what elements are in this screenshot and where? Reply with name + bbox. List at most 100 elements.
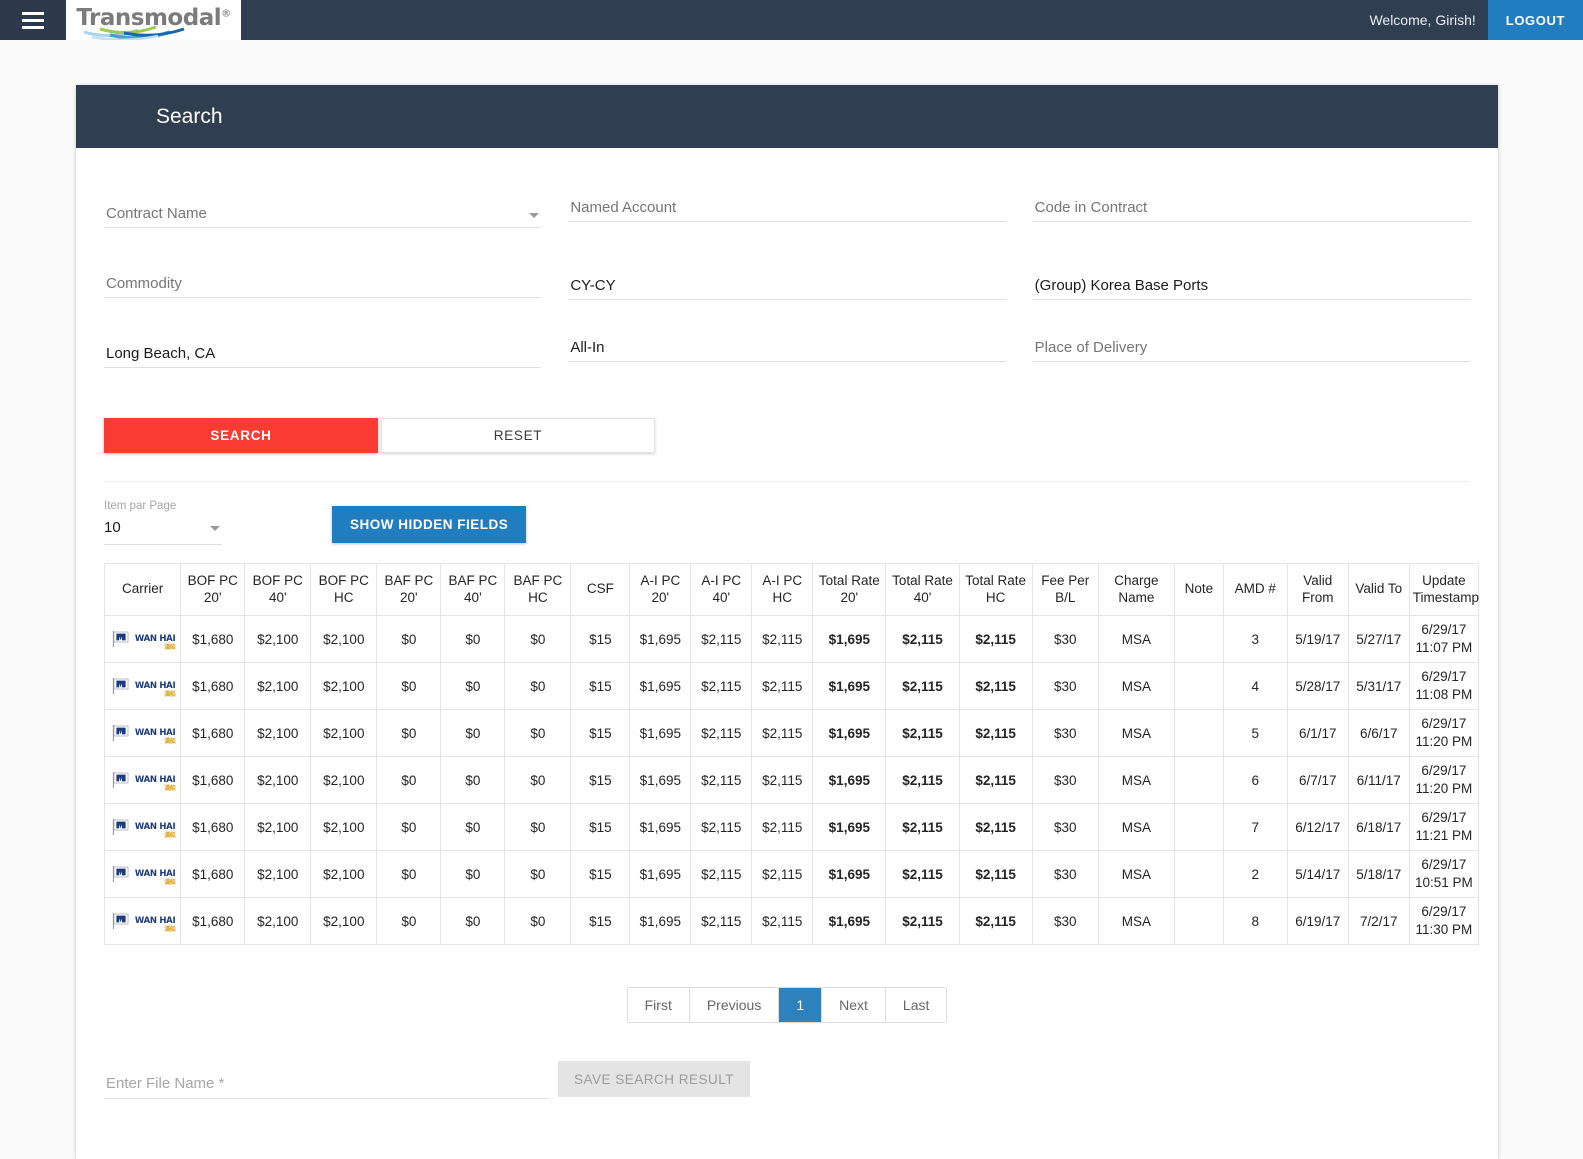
col-baf-pc-hc[interactable]: BAF PC HC [504, 563, 572, 616]
col-fee-per-bl[interactable]: Fee Per B/L [1031, 563, 1099, 616]
field-contract-name[interactable] [104, 176, 542, 246]
search-button[interactable]: SEARCH [104, 418, 378, 453]
col-valid-from[interactable]: Valid From [1286, 563, 1349, 616]
port-of-discharge-input[interactable] [104, 344, 542, 367]
place-of-delivery-input[interactable] [1032, 338, 1470, 361]
carrier-logo: WAN HAI 漢船 [109, 900, 176, 942]
col-total-rate-20[interactable]: Total Rate 20' [812, 563, 887, 616]
save-search-result-button[interactable]: SAVE SEARCH RESULT [558, 1061, 751, 1097]
col-ai-pc-hc[interactable]: A-I PC HC [751, 563, 814, 616]
pagination-next[interactable]: Next [822, 988, 886, 1022]
field-code-in-contract[interactable] [1032, 176, 1470, 246]
col-ai-pc-20[interactable]: A-I PC 20' [629, 563, 692, 616]
field-place-of-delivery[interactable] [1032, 316, 1470, 386]
field-named-account[interactable] [568, 176, 1006, 246]
table-row[interactable]: WAN HAI 漢船 $1,680 $2,100 $2,100 $0 $0 $0 $15 $1,6… [103, 850, 1480, 898]
cell-carrier: WAN HAI 漢船 [103, 709, 182, 757]
pagination-page-1[interactable]: 1 [779, 988, 823, 1022]
cell-charge-name: MSA [1097, 709, 1175, 757]
pagination-first[interactable]: First [627, 988, 690, 1022]
file-name-field[interactable] [104, 1074, 549, 1099]
cell-baf-pc-40: $0 [440, 756, 506, 804]
table-row[interactable]: WAN HAI 漢船 $1,680 $2,100 $2,100 $0 $0 $0 $15 $1,6… [103, 615, 1480, 663]
cell-bof-pc-40: $2,100 [244, 803, 312, 851]
col-total-rate-hc[interactable]: Total Rate HC [958, 563, 1033, 616]
named-account-input[interactable] [568, 198, 1006, 221]
brand-logo-text: Transmodal® [76, 6, 231, 30]
contract-name-input[interactable] [104, 204, 542, 227]
cell-csf: $15 [570, 850, 631, 898]
col-ai-pc-40[interactable]: A-I PC 40' [690, 563, 753, 616]
col-bof-pc-40[interactable]: BOF PC 40' [244, 563, 312, 616]
pagination-last[interactable]: Last [885, 988, 947, 1022]
results-toolbar: Item par Page 10 SHOW HIDDEN FIELDS [104, 500, 1470, 551]
cell-charge-name: MSA [1097, 615, 1175, 663]
pagination-previous[interactable]: Previous [689, 988, 780, 1022]
col-baf-pc-20[interactable]: BAF PC 20' [376, 563, 442, 616]
cell-bof-pc-40: $2,100 [244, 756, 312, 804]
field-commodity[interactable] [104, 246, 542, 316]
cell-ai-pc-20: $1,695 [629, 803, 692, 851]
cell-bof-pc-40: $2,100 [244, 850, 312, 898]
results-table: Carrier BOF PC 20' BOF PC 40' BOF PC HC … [103, 563, 1480, 945]
cell-baf-pc-40: $0 [440, 897, 506, 945]
carrier-name-text: WAN HAI 漢船 [134, 915, 176, 933]
brand-logo[interactable]: Transmodal® [66, 0, 241, 40]
cell-bof-pc-20: $1,680 [180, 662, 246, 710]
col-note[interactable]: Note [1173, 563, 1224, 616]
col-charge-name[interactable]: Charge Name [1097, 563, 1175, 616]
cell-total-40: $2,115 [885, 709, 960, 757]
show-hidden-fields-button[interactable]: SHOW HIDDEN FIELDS [332, 506, 527, 543]
cell-bof-pc-40: $2,100 [244, 709, 312, 757]
col-csf[interactable]: CSF [570, 563, 631, 616]
pagination-wrap: First Previous 1 Next Last [104, 987, 1470, 1023]
col-bof-pc-20[interactable]: BOF PC 20' [180, 563, 246, 616]
place-of-receipt-input[interactable] [1032, 276, 1470, 299]
col-bof-pc-hc[interactable]: BOF PC HC [310, 563, 378, 616]
cell-csf: $15 [570, 709, 631, 757]
chevron-down-icon[interactable] [210, 526, 220, 531]
cell-total-20: $1,695 [812, 897, 887, 945]
cell-amd: 4 [1222, 662, 1288, 710]
table-row[interactable]: WAN HAI 漢船 $1,680 $2,100 $2,100 $0 $0 $0 $15 $1,6… [103, 662, 1480, 710]
file-name-input[interactable] [104, 1074, 549, 1093]
cell-csf: $15 [570, 615, 631, 663]
items-per-page-select[interactable]: Item par Page 10 [104, 500, 222, 545]
cell-carrier: WAN HAI 漢船 [103, 756, 182, 804]
commodity-input[interactable] [104, 274, 542, 297]
cell-bof-pc-40: $2,100 [244, 897, 312, 945]
col-amd[interactable]: AMD # [1222, 563, 1288, 616]
cell-fee-per-bl: $30 [1031, 756, 1099, 804]
cell-baf-pc-40: $0 [440, 615, 506, 663]
field-rate-type[interactable] [568, 316, 1006, 386]
logout-button[interactable]: LOGOUT [1487, 0, 1583, 40]
carrier-subtext: 漢船 [164, 784, 176, 792]
cell-baf-pc-40: $0 [440, 662, 506, 710]
col-total-rate-40[interactable]: Total Rate 40' [885, 563, 960, 616]
service-type-input[interactable] [568, 276, 1006, 299]
table-row[interactable]: WAN HAI 漢船 $1,680 $2,100 $2,100 $0 $0 $0 $15 $1,6… [103, 756, 1480, 804]
cell-total-40: $2,115 [885, 803, 960, 851]
field-place-of-receipt[interactable] [1032, 246, 1470, 316]
field-port-of-discharge[interactable] [104, 316, 542, 386]
col-valid-to[interactable]: Valid To [1347, 563, 1410, 616]
cell-total-40: $2,115 [885, 850, 960, 898]
table-row[interactable]: WAN HAI 漢船 $1,680 $2,100 $2,100 $0 $0 $0 $15 $1,6… [103, 897, 1480, 945]
table-row[interactable]: WAN HAI 漢船 $1,680 $2,100 $2,100 $0 $0 $0 $15 $1,6… [103, 803, 1480, 851]
table-row[interactable]: WAN HAI 漢船 $1,680 $2,100 $2,100 $0 $0 $0 $15 $1,6… [103, 709, 1480, 757]
chevron-down-icon[interactable] [529, 213, 540, 218]
col-baf-pc-40[interactable]: BAF PC 40' [440, 563, 506, 616]
rate-type-input[interactable] [568, 338, 1006, 361]
reset-button[interactable]: RESET [381, 418, 655, 453]
carrier-name-text: WAN HAI 漢船 [134, 680, 176, 698]
hamburger-icon[interactable] [0, 0, 66, 40]
cell-bof-pc-hc: $2,100 [310, 756, 378, 804]
col-carrier[interactable]: Carrier [103, 563, 182, 616]
cell-ai-pc-hc: $2,115 [751, 803, 814, 851]
cell-baf-pc-20: $0 [376, 803, 442, 851]
field-service-type[interactable] [568, 246, 1006, 316]
col-update-timestamp[interactable]: Update Timestamp [1408, 563, 1480, 616]
cell-baf-pc-hc: $0 [504, 709, 572, 757]
carrier-logo: WAN HAI 漢船 [109, 806, 176, 848]
code-in-contract-input[interactable] [1032, 198, 1470, 221]
